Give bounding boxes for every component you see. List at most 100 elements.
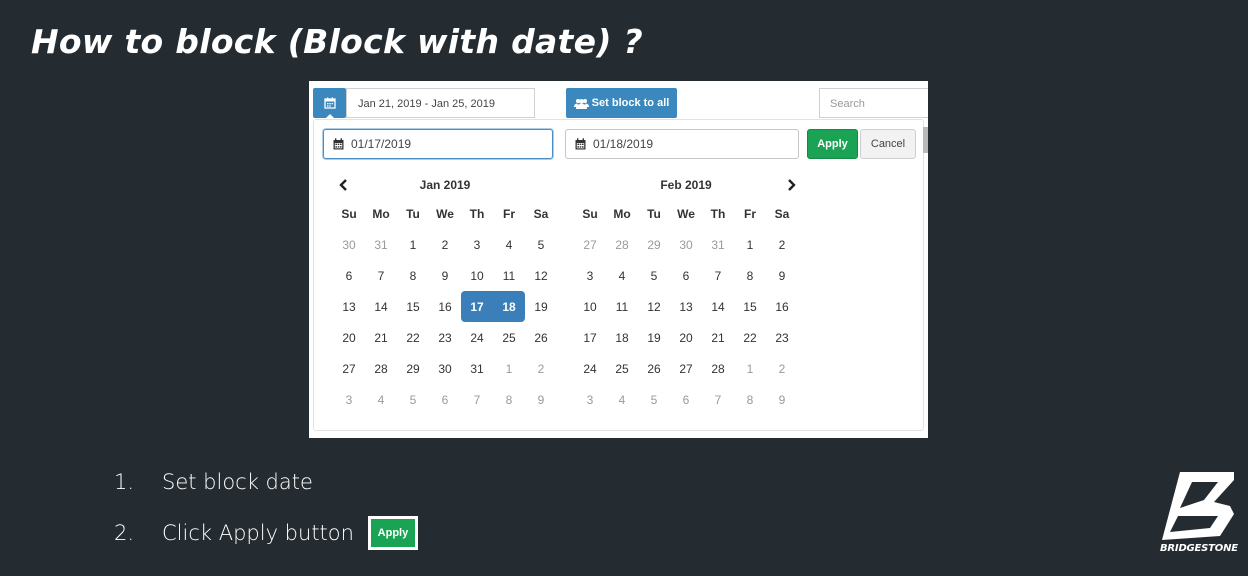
calendar-day[interactable]: 21 bbox=[365, 322, 397, 353]
calendar-day[interactable]: 8 bbox=[397, 260, 429, 291]
calendar-day[interactable]: 30 bbox=[670, 229, 702, 260]
calendar-day[interactable]: 16 bbox=[766, 291, 798, 322]
calendar-day[interactable]: 14 bbox=[702, 291, 734, 322]
end-date-input[interactable]: 01/18/2019 bbox=[565, 129, 799, 159]
set-block-to-all-button[interactable]: Set block to all bbox=[566, 88, 677, 118]
calendar-day[interactable]: 7 bbox=[702, 260, 734, 291]
calendar-day[interactable]: 27 bbox=[670, 353, 702, 384]
calendar-day[interactable]: 1 bbox=[734, 229, 766, 260]
calendar-day[interactable]: 9 bbox=[766, 384, 798, 415]
calendar-day[interactable]: 22 bbox=[397, 322, 429, 353]
calendar-day[interactable]: 9 bbox=[766, 260, 798, 291]
calendar-day[interactable]: 3 bbox=[574, 384, 606, 415]
calendar-day[interactable]: 6 bbox=[429, 384, 461, 415]
calendar-day[interactable]: 6 bbox=[333, 260, 365, 291]
calendar-day[interactable]: 16 bbox=[429, 291, 461, 322]
calendar-day[interactable]: 4 bbox=[606, 260, 638, 291]
calendar-day[interactable]: 19 bbox=[525, 291, 557, 322]
cancel-button[interactable]: Cancel bbox=[860, 129, 916, 159]
date-range-input[interactable]: Jan 21, 2019 - Jan 25, 2019 bbox=[346, 88, 535, 118]
calendar-week: 3456789 bbox=[574, 384, 798, 415]
calendar-day[interactable]: 5 bbox=[397, 384, 429, 415]
calendar-day[interactable]: 31 bbox=[365, 229, 397, 260]
calendar-day[interactable]: 3 bbox=[574, 260, 606, 291]
calendar-day[interactable]: 5 bbox=[525, 229, 557, 260]
calendar-day[interactable]: 6 bbox=[670, 384, 702, 415]
calendar-day[interactable]: 19 bbox=[638, 322, 670, 353]
calendar-day[interactable]: 27 bbox=[574, 229, 606, 260]
calendar-day[interactable]: 13 bbox=[333, 291, 365, 322]
chevron-right-icon[interactable] bbox=[785, 178, 799, 192]
calendar-day[interactable]: 7 bbox=[702, 384, 734, 415]
calendar-day[interactable]: 22 bbox=[734, 322, 766, 353]
calendar-day[interactable]: 2 bbox=[525, 353, 557, 384]
apply-button-illustration: Apply bbox=[367, 516, 418, 550]
calendar-day[interactable]: 28 bbox=[365, 353, 397, 384]
calendar-day[interactable]: 4 bbox=[606, 384, 638, 415]
calendar-day[interactable]: 5 bbox=[638, 384, 670, 415]
calendar-day[interactable]: 29 bbox=[397, 353, 429, 384]
calendar-day[interactable]: 29 bbox=[638, 229, 670, 260]
calendar-day[interactable]: 31 bbox=[702, 229, 734, 260]
weekday-label: We bbox=[436, 206, 454, 221]
calendar-day[interactable]: 21 bbox=[702, 322, 734, 353]
calendar-day[interactable]: 28 bbox=[702, 353, 734, 384]
calendar-day[interactable]: 8 bbox=[493, 384, 525, 415]
calendar-day[interactable]: 23 bbox=[429, 322, 461, 353]
calendar-day[interactable]: 23 bbox=[766, 322, 798, 353]
calendar-day[interactable]: 2 bbox=[766, 229, 798, 260]
calendar-day[interactable]: 2 bbox=[429, 229, 461, 260]
calendar-day[interactable]: 9 bbox=[429, 260, 461, 291]
calendar-day[interactable]: 15 bbox=[397, 291, 429, 322]
calendar-day[interactable]: 12 bbox=[638, 291, 670, 322]
calendar-day[interactable]: 20 bbox=[333, 322, 365, 353]
calendar-day[interactable]: 27 bbox=[333, 353, 365, 384]
bridgestone-wordmark: BRIDGESTONE bbox=[1160, 543, 1238, 554]
calendar-day[interactable]: 12 bbox=[525, 260, 557, 291]
calendar-day[interactable]: 5 bbox=[638, 260, 670, 291]
calendar-day[interactable]: 30 bbox=[429, 353, 461, 384]
calendar-day[interactable]: 14 bbox=[365, 291, 397, 322]
search-input[interactable]: Search bbox=[819, 88, 928, 118]
calendar-day[interactable]: 1 bbox=[397, 229, 429, 260]
calendar-day[interactable]: 8 bbox=[734, 260, 766, 291]
start-date-input[interactable]: 01/17/2019 bbox=[323, 129, 553, 159]
calendar-day[interactable]: 4 bbox=[493, 229, 525, 260]
scrollbar[interactable] bbox=[923, 127, 928, 153]
calendar-day[interactable]: 25 bbox=[606, 353, 638, 384]
calendar-day[interactable]: 8 bbox=[734, 384, 766, 415]
calendar-day-selected[interactable]: 17 bbox=[461, 291, 493, 322]
calendar-day[interactable]: 11 bbox=[606, 291, 638, 322]
calendar-day[interactable]: 30 bbox=[333, 229, 365, 260]
calendar-day[interactable]: 18 bbox=[606, 322, 638, 353]
calendar-day[interactable]: 9 bbox=[525, 384, 557, 415]
calendar-day[interactable]: 1 bbox=[734, 353, 766, 384]
calendar-day[interactable]: 25 bbox=[493, 322, 525, 353]
calendar-day[interactable]: 20 bbox=[670, 322, 702, 353]
calendar-day[interactable]: 7 bbox=[461, 384, 493, 415]
calendar-day-selected[interactable]: 18 bbox=[493, 291, 525, 322]
calendar-day[interactable]: 3 bbox=[333, 384, 365, 415]
calendar-day[interactable]: 26 bbox=[525, 322, 557, 353]
calendar-day[interactable]: 6 bbox=[670, 260, 702, 291]
calendar-day[interactable]: 24 bbox=[461, 322, 493, 353]
calendar-day[interactable]: 7 bbox=[365, 260, 397, 291]
calendar-day[interactable]: 28 bbox=[606, 229, 638, 260]
calendar-day[interactable]: 13 bbox=[670, 291, 702, 322]
calendar-day[interactable]: 24 bbox=[574, 353, 606, 384]
calendar-day[interactable]: 2 bbox=[766, 353, 798, 384]
calendar-day[interactable]: 1 bbox=[493, 353, 525, 384]
chevron-left-icon[interactable] bbox=[336, 178, 350, 192]
calendar-grid: 30 31 1 2 3 4 5 6 7 8 9 10 11 12 13 14 15 16 17 18 19 20 21 22 2… bbox=[333, 229, 557, 415]
calendar-day[interactable]: 10 bbox=[574, 291, 606, 322]
calendar-day[interactable]: 4 bbox=[365, 384, 397, 415]
calendar-day[interactable]: 3 bbox=[461, 229, 493, 260]
calendar-day[interactable]: 31 bbox=[461, 353, 493, 384]
calendar-day[interactable]: 11 bbox=[493, 260, 525, 291]
set-block-to-all-label: Set block to all bbox=[591, 97, 670, 109]
calendar-day[interactable]: 17 bbox=[574, 322, 606, 353]
calendar-day[interactable]: 10 bbox=[461, 260, 493, 291]
calendar-day[interactable]: 15 bbox=[734, 291, 766, 322]
apply-button[interactable]: Apply bbox=[807, 129, 858, 159]
calendar-day[interactable]: 26 bbox=[638, 353, 670, 384]
